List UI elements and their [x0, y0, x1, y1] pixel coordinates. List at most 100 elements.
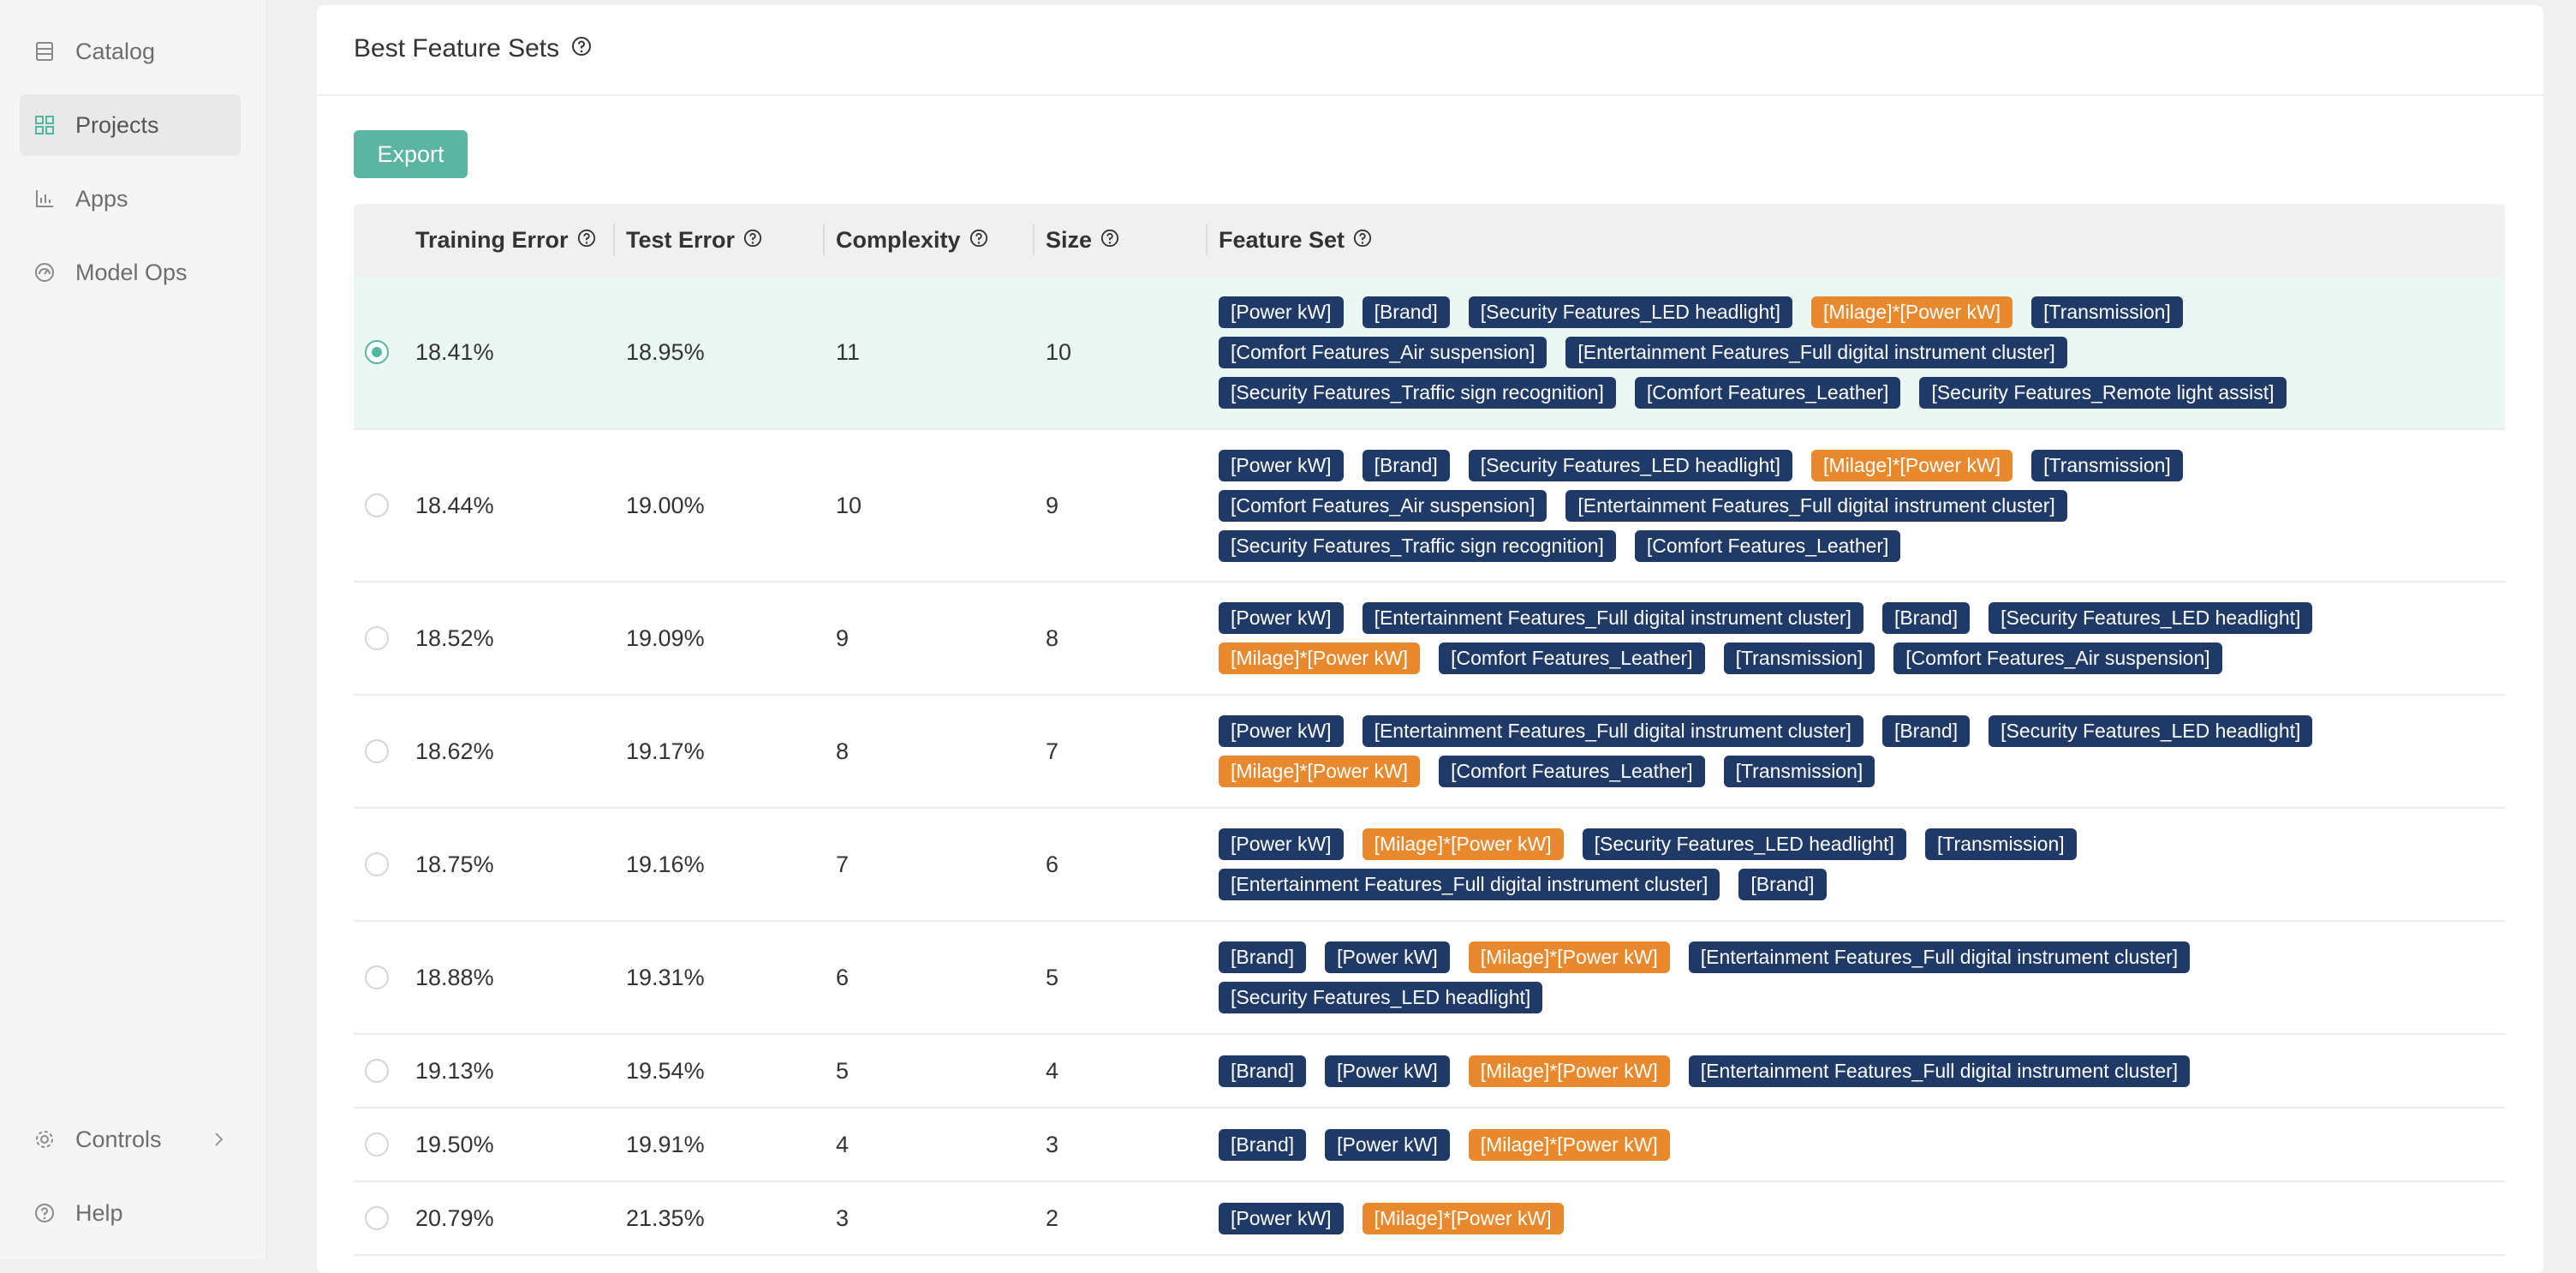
size-cell: 2 — [1046, 1204, 1059, 1231]
column-header-complexity[interactable]: Complexity — [836, 204, 988, 276]
feature-set-cell: [Power kW] [Milage]*[Power kW] [Security F… — [1219, 809, 2454, 920]
column-header-size[interactable]: Size — [1046, 204, 1119, 276]
feature-tag: [Power kW] — [1219, 449, 1344, 481]
table-row[interactable]: 19.13% 19.54% 5 4 [Brand] [Power kW] [Milage]*… — [354, 1035, 2505, 1109]
test-error-cell: 19.17% — [626, 738, 705, 764]
sidebar-item-model-ops[interactable]: Model Ops — [20, 242, 241, 303]
training-error-cell: 18.75% — [415, 851, 494, 877]
feature-tag: [Brand] — [1362, 449, 1450, 481]
table-row[interactable]: 18.44% 19.00% 10 9 [Power kW] [Brand] [Securit… — [354, 430, 2505, 583]
feature-tag: [Comfort Features_Leather] — [1439, 756, 1705, 787]
test-error-cell: 18.95% — [626, 338, 705, 365]
feature-tag: [Entertainment Features_Full digital ins… — [1219, 869, 1720, 900]
gear-icon — [34, 1129, 55, 1150]
column-divider — [613, 224, 615, 255]
feature-tag: [Comfort Features_Leather] — [1439, 642, 1705, 674]
training-error-cell: 18.44% — [415, 492, 494, 518]
column-header-feature-set[interactable]: Feature Set — [1219, 204, 1372, 276]
feature-sets-card: Best Feature Sets Export Training Error … — [317, 5, 2543, 1273]
feature-tag: [Security Features_Traffic sign recognit… — [1219, 376, 1616, 409]
question-icon[interactable] — [969, 227, 988, 254]
sidebar-item-label: Apps — [75, 185, 128, 212]
feature-set-cell: [Brand] [Power kW] [Milage]*[Power kW] [Ent… — [1219, 1035, 2454, 1107]
feature-tag: [Transmission] — [2031, 296, 2183, 328]
column-label: Feature Set — [1219, 226, 1345, 253]
size-cell: 7 — [1046, 738, 1059, 764]
table-row[interactable]: 19.50% 19.91% 4 3 [Brand] [Power kW] [Milage]*… — [354, 1109, 2505, 1182]
row-radio[interactable] — [365, 739, 389, 763]
sidebar-item-help[interactable]: Help — [20, 1182, 241, 1244]
row-radio[interactable] — [365, 1206, 389, 1230]
feature-set-cell: [Power kW] [Brand] [Security Features_LED … — [1219, 430, 2454, 581]
chevron-right-icon — [208, 1129, 229, 1150]
column-divider — [823, 224, 825, 255]
complexity-cell: 4 — [836, 1131, 850, 1157]
feature-set-cell: [Power kW] [Entertainment Features_Full d… — [1219, 696, 2454, 807]
sidebar-item-projects[interactable]: Projects — [20, 94, 241, 156]
question-icon[interactable] — [743, 227, 762, 254]
test-error-cell: 19.09% — [626, 625, 705, 651]
row-radio[interactable] — [365, 965, 389, 989]
training-error-cell: 19.13% — [415, 1057, 494, 1084]
column-label: Training Error — [415, 226, 569, 253]
feature-tag: [Comfort Features_Air suspension] — [1219, 489, 1547, 522]
column-header-test-error[interactable]: Test Error — [626, 204, 762, 276]
table-header: Training Error Test Error Complexity Siz… — [354, 204, 2505, 276]
table-row[interactable]: 18.52% 19.09% 9 8 [Power kW] [Entertainment F… — [354, 583, 2505, 696]
complexity-cell: 11 — [836, 338, 861, 365]
training-error-cell: 20.79% — [415, 1204, 494, 1231]
row-radio[interactable] — [365, 626, 389, 650]
complexity-cell: 7 — [836, 851, 850, 877]
size-cell: 5 — [1046, 964, 1059, 990]
sidebar-item-catalog[interactable]: Catalog — [20, 21, 241, 82]
test-error-cell: 19.91% — [626, 1131, 705, 1157]
export-button[interactable]: Export — [354, 130, 468, 178]
sidebar: Catalog Projects Apps Model Ops Controls… — [0, 0, 267, 1259]
table-row[interactable]: 18.62% 19.17% 8 7 [Power kW] [Entertainment F… — [354, 696, 2505, 809]
question-icon[interactable] — [1353, 227, 1372, 254]
sidebar-item-controls[interactable]: Controls — [20, 1109, 241, 1170]
feature-tag: [Security Features_Remote light assist] — [1919, 376, 2287, 409]
feature-tag: [Power kW] — [1219, 602, 1344, 634]
feature-tag: [Brand] — [1881, 715, 1971, 747]
sidebar-item-label: Catalog — [75, 38, 156, 64]
table-row[interactable]: 18.75% 19.16% 7 6 [Power kW] [Milage]*[Power … — [354, 809, 2505, 922]
table-row[interactable]: 18.88% 19.31% 6 5 [Brand] [Power kW] [Milage]*… — [354, 922, 2505, 1035]
row-radio[interactable] — [365, 1133, 389, 1156]
feature-tag: [Comfort Features_Air suspension] — [1219, 336, 1547, 368]
interaction-feature-tag: [Milage]*[Power kW] — [1811, 296, 2013, 328]
row-radio[interactable] — [365, 852, 389, 876]
interaction-feature-tag: [Milage]*[Power kW] — [1219, 756, 1421, 787]
row-radio[interactable] — [365, 1059, 389, 1083]
feature-set-cell: [Power kW] [Entertainment Features_Full d… — [1219, 583, 2454, 694]
complexity-cell: 8 — [836, 738, 850, 764]
test-error-cell: 19.54% — [626, 1057, 705, 1084]
table-body: 18.41% 18.95% 11 10 [Power kW] [Brand] [Securi… — [354, 276, 2505, 1256]
question-icon[interactable] — [571, 34, 592, 63]
question-icon[interactable] — [1100, 227, 1119, 254]
table-row[interactable]: 18.41% 18.95% 11 10 [Power kW] [Brand] [Securi… — [354, 276, 2505, 430]
feature-tag: [Power kW] — [1219, 828, 1344, 860]
column-header-training-error[interactable]: Training Error — [415, 204, 596, 276]
row-radio[interactable] — [365, 340, 389, 364]
feature-sets-table: Training Error Test Error Complexity Siz… — [354, 204, 2505, 1256]
feature-tag: [Comfort Features_Air suspension] — [1893, 642, 2222, 674]
feature-tag: [Entertainment Features_Full digital ins… — [1565, 336, 2067, 368]
interaction-feature-tag: [Milage]*[Power kW] — [1468, 941, 1670, 973]
help-icon — [34, 1203, 55, 1223]
sidebar-item-apps[interactable]: Apps — [20, 168, 241, 230]
sidebar-item-label: Model Ops — [75, 259, 188, 285]
row-radio[interactable] — [365, 493, 389, 517]
sidebar-item-label: Controls — [75, 1126, 162, 1152]
feature-tag: [Entertainment Features_Full digital ins… — [1565, 489, 2067, 522]
table-row[interactable]: 20.79% 21.35% 3 2 [Power kW] [Milage]*[Power … — [354, 1182, 2505, 1256]
feature-tag: [Entertainment Features_Full digital ins… — [1362, 602, 1863, 634]
projects-icon — [34, 115, 55, 135]
feature-set-cell: [Power kW] [Brand] [Security Features_LED … — [1219, 276, 2454, 428]
feature-tag: [Comfort Features_Leather] — [1634, 376, 1901, 409]
sidebar-item-label: Help — [75, 1199, 123, 1226]
feature-tag: [Brand] — [1219, 1055, 1307, 1087]
question-icon[interactable] — [577, 227, 596, 254]
column-divider — [1033, 224, 1035, 255]
feature-tag: [Security Features_LED headlight] — [1468, 296, 1793, 328]
